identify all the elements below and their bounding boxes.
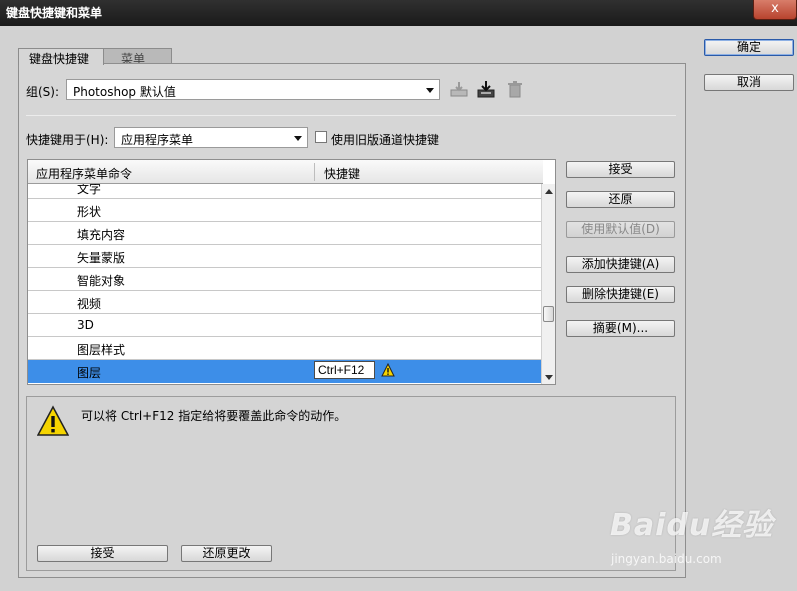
table-row[interactable]: 视频 [28,291,542,314]
group-select[interactable]: Photoshop 默认值 [66,79,440,100]
table-row[interactable]: 形状 [28,199,542,222]
row-command: 图层 [77,366,102,380]
table-row[interactable]: 矢量蒙版 [28,245,542,268]
warning-icon [381,363,395,377]
row-command: 矢量蒙版 [77,251,126,265]
chevron-down-icon [294,136,302,141]
shortcuts-table: 应用程序菜单命令 快捷键 文字 形状 填充内容 矢量蒙版 智能对象 视频 3D … [27,159,556,385]
message-accept-button[interactable]: 接受 [37,545,168,562]
tab-keyboard-shortcuts[interactable]: 键盘快捷键 [18,48,104,66]
shortcut-input[interactable] [314,361,375,379]
scroll-down-icon[interactable] [545,375,553,380]
shortcuts-for-value: 应用程序菜单 [121,133,194,147]
group-label: 组(S): [26,85,60,99]
scroll-up-icon[interactable] [545,189,553,194]
undo-changes-button[interactable]: 还原更改 [181,545,272,562]
shortcuts-for-select[interactable]: 应用程序菜单 [114,127,308,148]
table-row[interactable]: 文字 [28,184,542,199]
row-command: 文字 [77,184,102,196]
row-command: 图层样式 [77,343,126,357]
table-scrollbar[interactable] [541,184,555,384]
column-header-shortcut[interactable]: 快捷键 [324,165,360,182]
row-command: 3D [77,318,94,332]
new-set-icon[interactable] [476,80,496,100]
close-icon: x [771,1,779,16]
close-button[interactable]: x [753,0,797,20]
table-header: 应用程序菜单命令 快捷键 [28,160,543,184]
table-rows: 文字 形状 填充内容 矢量蒙版 智能对象 视频 3D 图层样式 图层 [28,184,542,384]
window-titlebar: 键盘快捷键和菜单 [0,0,797,26]
watermark-logo: Baidu经验 [610,508,774,543]
accept-button[interactable]: 接受 [566,161,675,178]
warning-icon [37,405,69,436]
table-row[interactable]: 3D [28,314,542,337]
window-title: 键盘快捷键和菜单 [6,6,103,20]
summarize-button[interactable]: 摘要(M)... [566,320,675,337]
use-default-button[interactable]: 使用默认值(D) [566,221,675,238]
trash-icon[interactable] [505,80,525,100]
legacy-channel-label: 使用旧版通道快捷键 [331,133,440,147]
column-header-command[interactable]: 应用程序菜单命令 [36,165,132,182]
row-command: 视频 [77,297,102,311]
add-shortcut-button[interactable]: 添加快捷键(A) [566,256,675,273]
separator [26,115,676,116]
scroll-thumb[interactable] [543,306,554,322]
cancel-button[interactable]: 取消 [704,74,794,91]
delete-shortcut-button[interactable]: 删除快捷键(E) [566,286,675,303]
row-command: 智能对象 [77,274,126,288]
watermark-url: jingyan.baidu.com [611,552,722,566]
save-set-icon[interactable] [449,80,469,100]
shortcuts-for-label: 快捷键用于(H): [26,133,109,147]
conflict-message: 可以将 Ctrl+F12 指定给将要覆盖此命令的动作。 [81,409,347,423]
table-row[interactable]: 图层样式 [28,337,542,360]
legacy-channel-checkbox[interactable] [315,131,327,143]
table-row[interactable]: 填充内容 [28,222,542,245]
ok-button[interactable]: 确定 [704,39,794,56]
tab-keyboard-shortcuts-label: 键盘快捷键 [29,52,90,66]
table-row-selected[interactable]: 图层 [28,360,542,383]
row-command: 形状 [77,205,102,219]
column-divider[interactable] [314,163,315,181]
chevron-down-icon [426,88,434,93]
table-row[interactable]: 智能对象 [28,268,542,291]
undo-button[interactable]: 还原 [566,191,675,208]
row-command: 填充内容 [77,228,126,242]
group-select-value: Photoshop 默认值 [73,85,176,99]
